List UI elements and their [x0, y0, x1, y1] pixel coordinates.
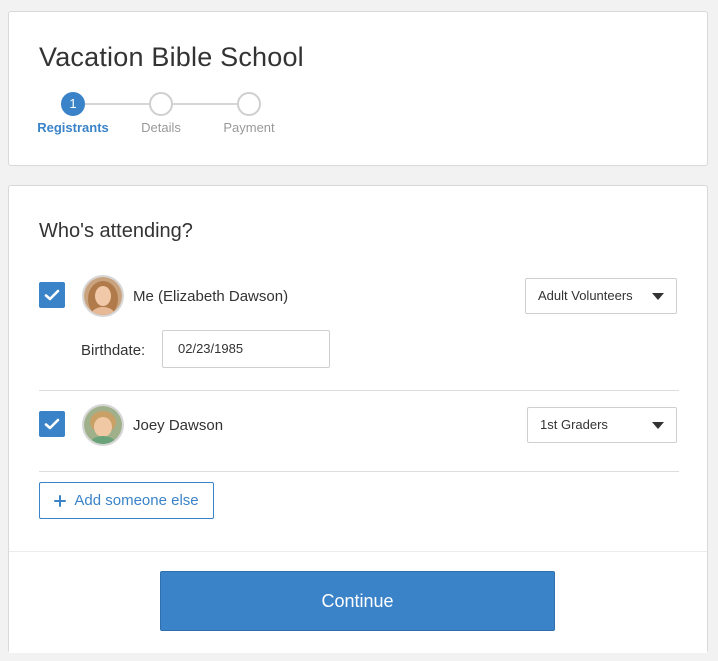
step-3-indicator — [237, 92, 261, 116]
registrant-2-name: Joey Dawson — [133, 417, 224, 434]
check-icon — [44, 289, 60, 301]
continue-button[interactable]: Continue — [160, 571, 555, 631]
stepper-line — [173, 103, 239, 105]
registrant-1-group-select[interactable]: Adult Volunteers — [525, 278, 677, 314]
registrant-1-group-value: Adult Volunteers — [538, 288, 633, 303]
step-2-indicator — [149, 92, 173, 116]
step-1-indicator[interactable]: 1 — [61, 92, 85, 116]
birthdate-input[interactable]: 02/23/1985 — [162, 330, 330, 368]
step-1-label[interactable]: Registrants — [23, 120, 123, 135]
add-someone-label: Add someone else — [74, 492, 199, 509]
step-3-label: Payment — [223, 120, 275, 135]
avatar — [82, 275, 124, 317]
continue-label: Continue — [321, 590, 394, 611]
check-icon — [44, 418, 60, 430]
step-2-label: Details — [141, 120, 181, 135]
registrant-2-group-value: 1st Graders — [540, 417, 608, 432]
section-title: Who's attending? — [39, 220, 193, 242]
avatar-photo-icon — [84, 406, 122, 444]
add-someone-button[interactable]: Add someone else — [39, 482, 214, 519]
caret-down-icon — [652, 422, 664, 429]
plus-icon — [54, 494, 67, 507]
birthdate-label: Birthdate: — [81, 342, 146, 359]
stepper-line — [85, 103, 151, 105]
registrant-1-checkbox[interactable] — [39, 282, 65, 308]
registrant-2-checkbox[interactable] — [39, 411, 65, 437]
divider — [39, 471, 679, 472]
divider — [39, 390, 679, 391]
caret-down-icon — [652, 293, 664, 300]
header-card: Vacation Bible School 1 Registrants Deta… — [8, 11, 708, 166]
page-title: Vacation Bible School — [39, 42, 304, 72]
avatar — [82, 404, 124, 446]
registrants-card: Who's attending? Me (Elizabeth Dawson) A… — [8, 185, 708, 653]
registrant-1-name: Me (Elizabeth Dawson) — [133, 288, 289, 305]
registrant-2-group-select[interactable]: 1st Graders — [527, 407, 677, 443]
avatar-photo-icon — [84, 277, 122, 315]
